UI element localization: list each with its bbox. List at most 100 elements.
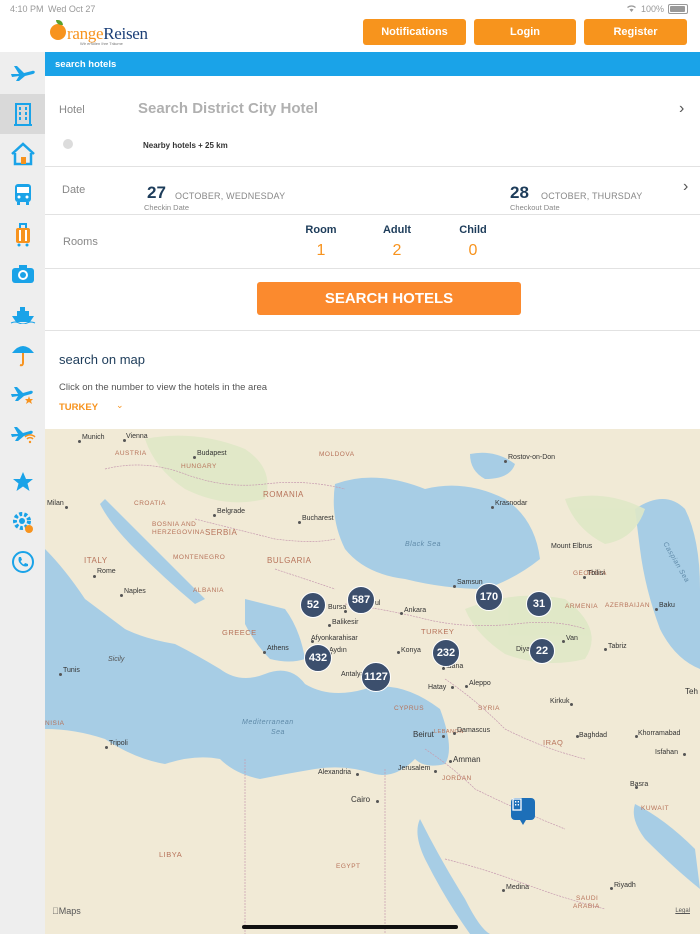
map-region: AUSTRIA — [115, 450, 147, 457]
sidebar-item-flight-wifi[interactable] — [0, 414, 45, 454]
status-right: 100% — [626, 4, 688, 14]
login-button[interactable]: Login — [474, 19, 576, 45]
child-label: Child — [459, 224, 487, 236]
date-row: Date 27 OCTOBER, WEDNESDAY Checkin Date … — [45, 166, 700, 215]
hotel-cluster[interactable]: 432 — [304, 644, 332, 672]
map-sea-label: Black Sea — [405, 541, 442, 548]
map-region: LIBYA — [159, 850, 183, 859]
hotel-cluster[interactable]: 22 — [529, 638, 555, 664]
map-region: GREECE — [222, 628, 257, 637]
map-city: Damascus — [457, 727, 491, 734]
map-instructions: Click on the number to view the hotels i… — [59, 382, 268, 393]
map-city: Diya — [516, 646, 531, 653]
map-city: Tripoli — [109, 740, 128, 747]
camera-icon — [11, 265, 34, 283]
map-city: Baghdad — [579, 732, 608, 739]
flight-wifi-icon — [10, 427, 36, 444]
map-city: Aleppo — [469, 680, 491, 687]
map-city: Isfahan — [655, 749, 678, 756]
room-value[interactable]: 1 — [291, 242, 351, 260]
hotel-building-icon — [13, 103, 32, 126]
sidebar-item-settings[interactable] — [0, 502, 45, 542]
map-section-title: search on map — [59, 352, 145, 367]
sidebar-item-cruises[interactable] — [0, 294, 45, 334]
chevron-down-icon[interactable]: ⌄ — [116, 400, 124, 411]
sidebar-item-luggage[interactable] — [0, 214, 45, 254]
map-region: BOSNIA AND — [152, 521, 197, 528]
battery-icon — [668, 4, 688, 14]
map-region: ALBANIA — [193, 587, 224, 594]
map-city: Basra — [630, 781, 649, 788]
hotel-cluster[interactable]: 52 — [300, 592, 326, 618]
apple-logo-icon:  — [52, 906, 59, 916]
adult-value[interactable]: 2 — [367, 242, 427, 260]
map-region: IRAQ — [543, 738, 564, 747]
map-city: Rostov-on-Don — [508, 454, 556, 461]
map-region: ARABIA — [573, 903, 600, 910]
map-city: Rome — [97, 568, 116, 575]
umbrella-icon — [11, 346, 34, 367]
adult-label: Adult — [382, 224, 412, 236]
map-city: Belgrade — [217, 508, 246, 515]
chevron-right-icon[interactable]: › — [683, 178, 688, 196]
map-city: Bursa — [328, 604, 347, 611]
map-city: Konya — [401, 647, 421, 654]
sidebar-item-favorites[interactable] — [0, 462, 45, 502]
section-title-bar: search hotels — [45, 52, 700, 76]
map-city: Khorramabad — [638, 730, 681, 737]
hotel-search-input[interactable]: Search District City Hotel — [138, 100, 318, 117]
hotel-cluster[interactable]: 232 — [432, 639, 460, 667]
sidebar-item-hotels[interactable] — [0, 94, 45, 134]
map-region: KUWAIT — [641, 805, 670, 812]
hotel-cluster[interactable]: 31 — [526, 591, 552, 617]
chevron-right-icon[interactable]: › — [679, 100, 684, 118]
hotel-search-row: Hotel Search District City Hotel › Nearb… — [45, 76, 700, 167]
battery-percent: 100% — [640, 4, 664, 14]
sidebar-item-homes[interactable] — [0, 134, 45, 174]
sidebar-item-flights[interactable] — [0, 52, 45, 92]
settings-icon — [12, 512, 33, 533]
status-date: Wed Oct 27 — [48, 4, 96, 14]
sidebar-item-beach[interactable] — [0, 334, 45, 374]
hotel-cluster[interactable]: 170 — [475, 583, 503, 611]
checkin-text: OCTOBER, WEDNESDAY — [175, 191, 286, 201]
sidebar-item-activities[interactable] — [0, 254, 45, 294]
sidebar-item-flight-deals[interactable] — [0, 374, 45, 414]
map-city: Teh — [685, 687, 698, 696]
cruise-ship-icon — [10, 307, 35, 324]
map-city: ul — [375, 600, 381, 607]
star-icon — [12, 472, 33, 491]
map-city: Budapest — [197, 450, 227, 457]
map-region: SAUDI — [576, 895, 599, 902]
sidebar-item-bus[interactable] — [0, 174, 45, 214]
search-hotels-button[interactable]: SEARCH HOTELS — [257, 282, 521, 315]
map-region: BULGARIA — [267, 556, 312, 565]
map-city: Riyadh — [614, 882, 636, 889]
flight-star-icon — [10, 387, 33, 404]
map-city: Alexandria — [318, 769, 352, 776]
hotel-location-pin[interactable] — [511, 798, 535, 825]
sidebar-item-contact[interactable] — [0, 542, 45, 582]
country-select[interactable]: TURKEY — [59, 402, 98, 413]
map-city: Medina — [506, 884, 529, 891]
rooms-row: Rooms Room 1 Adult 2 Child 0 — [45, 214, 700, 269]
hotel-cluster[interactable]: 587 — [347, 586, 375, 614]
orangereisen-logo[interactable]: rangeReisen Wir erfüllen Ihre Träume — [50, 20, 160, 48]
register-button[interactable]: Register — [584, 19, 687, 45]
map-island: Sicily — [108, 656, 125, 663]
notifications-button[interactable]: Notifications — [363, 19, 466, 45]
legal-link[interactable]: Legal — [675, 908, 690, 914]
search-row: SEARCH HOTELS — [45, 268, 700, 331]
map-city: Aydın — [329, 647, 347, 654]
hotel-map[interactable]: AUSTRIA HUNGARY MOLDOVA ROMANIA CROATIA … — [45, 429, 700, 934]
child-value[interactable]: 0 — [443, 242, 503, 260]
nearby-checkbox[interactable] — [63, 139, 73, 149]
home-indicator[interactable] — [242, 925, 458, 929]
checkin-day: 27 — [147, 183, 166, 202]
map-region: ITALY — [84, 556, 108, 565]
map-region: MOLDOVA — [319, 451, 355, 458]
map-city: Munich — [82, 434, 105, 441]
hotel-cluster[interactable]: 1127 — [361, 662, 391, 692]
map-city: Baku — [659, 602, 675, 609]
hotel-building-icon — [512, 798, 522, 811]
